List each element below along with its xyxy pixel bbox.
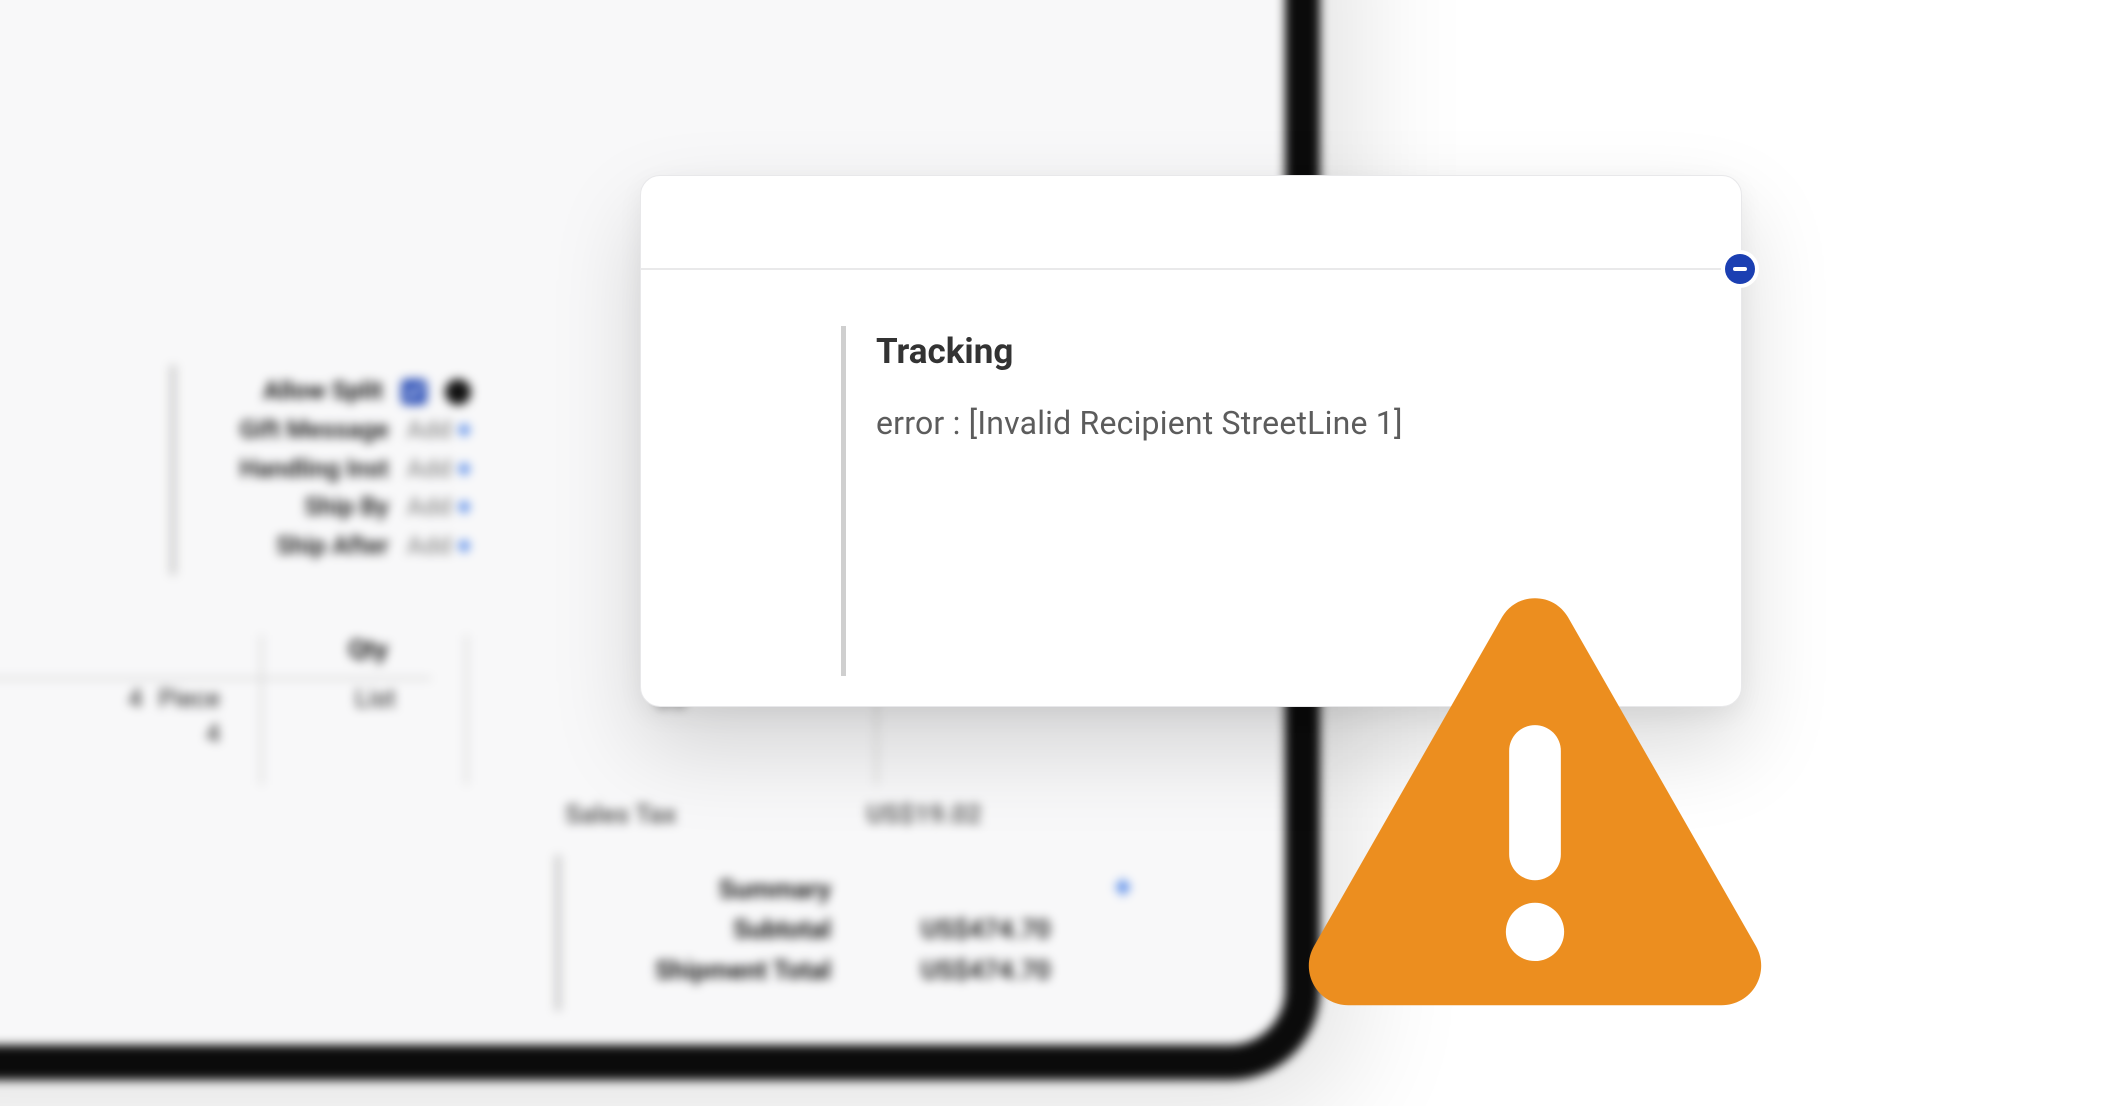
subtotal-value: US$474.70 bbox=[921, 910, 1121, 950]
tracking-error-modal: Tracking error : [Invalid Recipient Stre… bbox=[640, 175, 1742, 707]
summary-expand-icon[interactable]: + bbox=[1115, 865, 1131, 912]
allow-split-checkbox[interactable] bbox=[401, 379, 427, 405]
ship-after-add-button[interactable]: Add+ bbox=[407, 528, 471, 567]
unit-label: Piece bbox=[159, 685, 220, 714]
column-separator bbox=[465, 635, 468, 785]
ship-after-label: Ship After bbox=[201, 528, 389, 567]
minus-icon bbox=[1733, 267, 1747, 271]
line-items-header: Qty bbox=[0, 635, 431, 680]
modal-divider bbox=[641, 268, 1741, 270]
summary-heading: Summary bbox=[586, 870, 921, 910]
handling-inst-add-button[interactable]: Add+ bbox=[407, 451, 471, 490]
ship-by-label: Ship By bbox=[201, 489, 389, 528]
shipment-options-panel: Allow Split Gift Message Add+ Handling I… bbox=[170, 365, 471, 575]
modal-error-message: error : [Invalid Recipient StreetLine 1] bbox=[876, 404, 1711, 442]
secondary-qty: 4 bbox=[120, 720, 220, 749]
plus-icon: + bbox=[458, 528, 472, 567]
shipment-total-label: Shipment Total bbox=[586, 951, 921, 991]
plus-icon: + bbox=[458, 412, 472, 451]
sales-tax-value: US$19.02 bbox=[866, 800, 981, 830]
sales-tax-row: Sales Tax US$19.02 bbox=[565, 800, 982, 830]
modal-title: Tracking bbox=[876, 331, 1711, 372]
gift-message-label: Gift Message bbox=[201, 412, 389, 451]
ship-by-add-button[interactable]: Add+ bbox=[407, 489, 471, 528]
summary-panel: + Summary Subtotal US$474.70 Shipment To… bbox=[555, 855, 1121, 1011]
handling-inst-label: Handling Inst bbox=[201, 451, 389, 490]
column-separator bbox=[260, 635, 263, 785]
plus-icon: + bbox=[458, 489, 472, 528]
qty-column-header: Qty bbox=[348, 635, 388, 665]
subtotal-label: Subtotal bbox=[586, 910, 921, 950]
allow-split-label: Allow Split bbox=[201, 373, 383, 412]
modal-body: Tracking error : [Invalid Recipient Stre… bbox=[841, 326, 1711, 676]
plus-icon: + bbox=[458, 451, 472, 490]
qty-value: 4 bbox=[128, 685, 142, 714]
price-type-label: List bbox=[355, 685, 396, 714]
allow-split-help-icon[interactable] bbox=[445, 379, 471, 405]
gift-message-add-button[interactable]: Add+ bbox=[407, 412, 471, 451]
sales-tax-label: Sales Tax bbox=[565, 800, 676, 830]
shipment-total-value: US$474.70 bbox=[921, 951, 1121, 991]
modal-collapse-button[interactable] bbox=[1725, 254, 1755, 284]
